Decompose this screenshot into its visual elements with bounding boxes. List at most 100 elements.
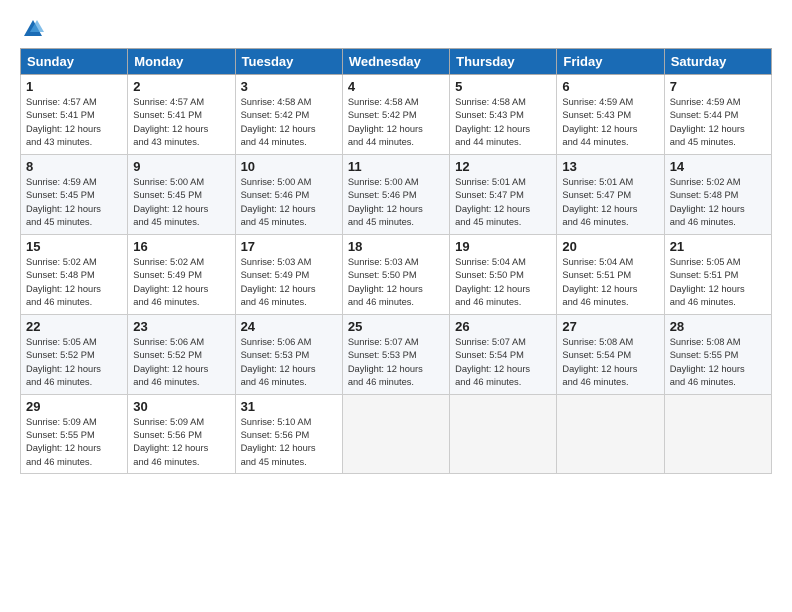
day-number: 12	[455, 159, 551, 174]
calendar-cell: 11Sunrise: 5:00 AM Sunset: 5:46 PM Dayli…	[342, 154, 449, 234]
day-number: 15	[26, 239, 122, 254]
day-number: 28	[670, 319, 766, 334]
day-number: 7	[670, 79, 766, 94]
calendar-cell: 26 Sunrise: 5:07 AM Sunset: 5:54 PM Dayli…	[450, 314, 557, 394]
col-header-tuesday: Tuesday	[235, 49, 342, 75]
day-number: 18	[348, 239, 444, 254]
day-info: Sunrise: 5:05 AM Sunset: 5:51 PM Dayligh…	[670, 256, 766, 310]
calendar-cell: 7 Sunrise: 4:59 AM Sunset: 5:44 PM Daylig…	[664, 75, 771, 155]
calendar-cell: 22 Sunrise: 5:05 AM Sunset: 5:52 PM Dayli…	[21, 314, 128, 394]
day-info: Sunrise: 4:59 AM Sunset: 5:44 PM Dayligh…	[670, 96, 766, 150]
calendar-cell: 29 Sunrise: 5:09 AM Sunset: 5:55 PM Dayli…	[21, 394, 128, 474]
calendar-cell: 28 Sunrise: 5:08 AM Sunset: 5:55 PM Dayli…	[664, 314, 771, 394]
day-info: Sunrise: 4:57 AM Sunset: 5:41 PM Dayligh…	[133, 96, 229, 150]
day-info: Sunrise: 5:10 AM Sunset: 5:56 PM Dayligh…	[241, 416, 337, 470]
col-header-friday: Friday	[557, 49, 664, 75]
day-info: Sunrise: 4:59 AM Sunset: 5:45 PM Dayligh…	[26, 176, 122, 230]
calendar-week-5: 29 Sunrise: 5:09 AM Sunset: 5:55 PM Dayli…	[21, 394, 772, 474]
day-number: 3	[241, 79, 337, 94]
day-number: 9	[133, 159, 229, 174]
calendar-cell: 21 Sunrise: 5:05 AM Sunset: 5:51 PM Dayli…	[664, 234, 771, 314]
calendar-cell: 27 Sunrise: 5:08 AM Sunset: 5:54 PM Dayli…	[557, 314, 664, 394]
calendar-cell: 24Sunrise: 5:06 AM Sunset: 5:53 PM Dayli…	[235, 314, 342, 394]
day-number: 21	[670, 239, 766, 254]
calendar-cell: 16 Sunrise: 5:02 AM Sunset: 5:49 PM Dayli…	[128, 234, 235, 314]
day-info: Sunrise: 4:58 AM Sunset: 5:43 PM Dayligh…	[455, 96, 551, 150]
day-number: 26	[455, 319, 551, 334]
day-number: 1	[26, 79, 122, 94]
day-info: Sunrise: 5:02 AM Sunset: 5:49 PM Dayligh…	[133, 256, 229, 310]
day-info: Sunrise: 5:07 AM Sunset: 5:53 PM Dayligh…	[348, 336, 444, 390]
calendar-cell	[450, 394, 557, 474]
day-number: 24	[241, 319, 337, 334]
col-header-saturday: Saturday	[664, 49, 771, 75]
day-info: Sunrise: 5:03 AM Sunset: 5:50 PM Dayligh…	[348, 256, 444, 310]
day-info: Sunrise: 5:08 AM Sunset: 5:55 PM Dayligh…	[670, 336, 766, 390]
day-info: Sunrise: 5:02 AM Sunset: 5:48 PM Dayligh…	[670, 176, 766, 230]
calendar-cell: 20Sunrise: 5:04 AM Sunset: 5:51 PM Dayli…	[557, 234, 664, 314]
day-info: Sunrise: 4:58 AM Sunset: 5:42 PM Dayligh…	[348, 96, 444, 150]
day-number: 16	[133, 239, 229, 254]
day-number: 27	[562, 319, 658, 334]
calendar-cell: 13Sunrise: 5:01 AM Sunset: 5:47 PM Dayli…	[557, 154, 664, 234]
day-info: Sunrise: 5:01 AM Sunset: 5:47 PM Dayligh…	[455, 176, 551, 230]
calendar-cell: 9 Sunrise: 5:00 AM Sunset: 5:45 PM Daylig…	[128, 154, 235, 234]
day-number: 20	[562, 239, 658, 254]
calendar-cell: 4 Sunrise: 4:58 AM Sunset: 5:42 PM Daylig…	[342, 75, 449, 155]
calendar-cell: 8 Sunrise: 4:59 AM Sunset: 5:45 PM Daylig…	[21, 154, 128, 234]
calendar-week-1: 1 Sunrise: 4:57 AM Sunset: 5:41 PM Daylig…	[21, 75, 772, 155]
calendar-cell: 6 Sunrise: 4:59 AM Sunset: 5:43 PM Daylig…	[557, 75, 664, 155]
day-number: 14	[670, 159, 766, 174]
calendar-header-row: SundayMondayTuesdayWednesdayThursdayFrid…	[21, 49, 772, 75]
day-info: Sunrise: 5:08 AM Sunset: 5:54 PM Dayligh…	[562, 336, 658, 390]
day-number: 5	[455, 79, 551, 94]
day-info: Sunrise: 5:00 AM Sunset: 5:45 PM Dayligh…	[133, 176, 229, 230]
day-number: 10	[241, 159, 337, 174]
day-number: 31	[241, 399, 337, 414]
calendar-cell: 19 Sunrise: 5:04 AM Sunset: 5:50 PM Dayli…	[450, 234, 557, 314]
day-number: 29	[26, 399, 122, 414]
calendar-cell	[664, 394, 771, 474]
day-number: 22	[26, 319, 122, 334]
logo	[20, 18, 44, 40]
calendar-cell: 30Sunrise: 5:09 AM Sunset: 5:56 PM Dayli…	[128, 394, 235, 474]
calendar-cell: 2 Sunrise: 4:57 AM Sunset: 5:41 PM Daylig…	[128, 75, 235, 155]
day-info: Sunrise: 5:04 AM Sunset: 5:50 PM Dayligh…	[455, 256, 551, 310]
day-info: Sunrise: 5:01 AM Sunset: 5:47 PM Dayligh…	[562, 176, 658, 230]
day-info: Sunrise: 5:07 AM Sunset: 5:54 PM Dayligh…	[455, 336, 551, 390]
calendar-cell: 23Sunrise: 5:06 AM Sunset: 5:52 PM Dayli…	[128, 314, 235, 394]
col-header-wednesday: Wednesday	[342, 49, 449, 75]
day-number: 6	[562, 79, 658, 94]
calendar-cell: 10Sunrise: 5:00 AM Sunset: 5:46 PM Dayli…	[235, 154, 342, 234]
day-info: Sunrise: 4:57 AM Sunset: 5:41 PM Dayligh…	[26, 96, 122, 150]
day-info: Sunrise: 5:05 AM Sunset: 5:52 PM Dayligh…	[26, 336, 122, 390]
calendar-cell: 17 Sunrise: 5:03 AM Sunset: 5:49 PM Dayli…	[235, 234, 342, 314]
calendar-cell: 14 Sunrise: 5:02 AM Sunset: 5:48 PM Dayli…	[664, 154, 771, 234]
page-header	[20, 18, 772, 40]
day-info: Sunrise: 5:02 AM Sunset: 5:48 PM Dayligh…	[26, 256, 122, 310]
day-number: 8	[26, 159, 122, 174]
day-info: Sunrise: 5:03 AM Sunset: 5:49 PM Dayligh…	[241, 256, 337, 310]
logo-icon	[22, 18, 44, 40]
day-info: Sunrise: 5:09 AM Sunset: 5:56 PM Dayligh…	[133, 416, 229, 470]
calendar-table: SundayMondayTuesdayWednesdayThursdayFrid…	[20, 48, 772, 474]
day-number: 17	[241, 239, 337, 254]
calendar-cell	[557, 394, 664, 474]
col-header-monday: Monday	[128, 49, 235, 75]
day-number: 11	[348, 159, 444, 174]
calendar-week-2: 8 Sunrise: 4:59 AM Sunset: 5:45 PM Daylig…	[21, 154, 772, 234]
calendar-cell: 25 Sunrise: 5:07 AM Sunset: 5:53 PM Dayli…	[342, 314, 449, 394]
day-info: Sunrise: 4:59 AM Sunset: 5:43 PM Dayligh…	[562, 96, 658, 150]
calendar-cell: 15 Sunrise: 5:02 AM Sunset: 5:48 PM Dayli…	[21, 234, 128, 314]
calendar-week-3: 15 Sunrise: 5:02 AM Sunset: 5:48 PM Dayli…	[21, 234, 772, 314]
calendar-cell: 18 Sunrise: 5:03 AM Sunset: 5:50 PM Dayli…	[342, 234, 449, 314]
calendar-week-4: 22 Sunrise: 5:05 AM Sunset: 5:52 PM Dayli…	[21, 314, 772, 394]
day-number: 19	[455, 239, 551, 254]
day-number: 4	[348, 79, 444, 94]
day-info: Sunrise: 5:09 AM Sunset: 5:55 PM Dayligh…	[26, 416, 122, 470]
day-number: 2	[133, 79, 229, 94]
calendar-cell: 3Sunrise: 4:58 AM Sunset: 5:42 PM Daylig…	[235, 75, 342, 155]
day-info: Sunrise: 5:06 AM Sunset: 5:52 PM Dayligh…	[133, 336, 229, 390]
day-number: 25	[348, 319, 444, 334]
calendar-cell: 5 Sunrise: 4:58 AM Sunset: 5:43 PM Daylig…	[450, 75, 557, 155]
